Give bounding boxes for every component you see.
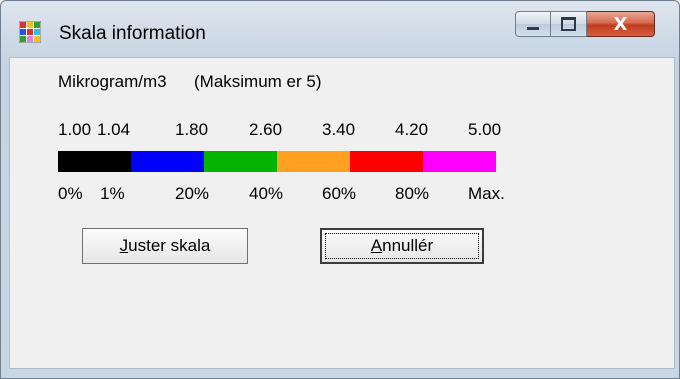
- minimize-icon: [516, 12, 550, 36]
- close-button[interactable]: X: [587, 11, 655, 37]
- color-segment: [131, 151, 204, 172]
- color-segment: [277, 151, 350, 172]
- percent-label: Max.: [468, 184, 505, 203]
- close-icon: X: [613, 13, 628, 35]
- percent-label: 40%: [249, 184, 284, 203]
- scale-value: 1.04: [97, 120, 131, 139]
- color-segment: [58, 151, 131, 172]
- percent-label: 1%: [100, 184, 125, 203]
- percent-label: 20%: [175, 184, 210, 203]
- scale-value: 3.40: [322, 120, 356, 139]
- percent-label: 80%: [395, 184, 430, 203]
- cancel-button[interactable]: Annullér: [320, 228, 484, 264]
- color-segment: [423, 151, 496, 172]
- percent-label: 0%: [58, 184, 83, 203]
- scale-value: 1.80: [175, 120, 209, 139]
- unit-label: Mikrogram/m3: [58, 72, 167, 91]
- adjust-scale-label: uster skala: [128, 236, 211, 255]
- adjust-scale-button[interactable]: Juster skala: [82, 228, 248, 264]
- maximize-icon: [551, 12, 586, 36]
- adjust-scale-mnemonic: J: [119, 236, 129, 255]
- title-bar[interactable]: Skala information X: [1, 1, 679, 53]
- window-title: Skala information: [59, 23, 206, 44]
- minimize-button[interactable]: [515, 11, 551, 37]
- maximum-note: (Maksimum er 5): [194, 72, 322, 91]
- color-segment: [350, 151, 423, 172]
- dialog-window: Skala information X Mikrogram/m3 (Maksim…: [0, 0, 680, 379]
- color-segment: [204, 151, 277, 172]
- app-grid-icon: [19, 21, 41, 43]
- scale-value: 4.20: [395, 120, 429, 139]
- scale-value: 1.00: [58, 120, 92, 139]
- maximize-button[interactable]: [551, 11, 587, 37]
- focus-rectangle: [325, 233, 479, 259]
- dialog-body: [9, 57, 675, 369]
- color-scale-bar: [58, 151, 496, 172]
- percent-label: 60%: [322, 184, 357, 203]
- scale-value: 5.00: [468, 120, 502, 139]
- scale-value: 2.60: [249, 120, 283, 139]
